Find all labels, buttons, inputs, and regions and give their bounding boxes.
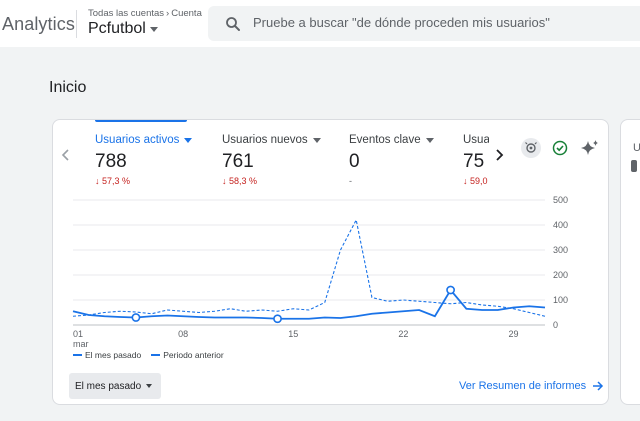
metric-change: 59,0 (470, 176, 488, 186)
y-tick-label: 100 (553, 295, 568, 305)
y-tick-label: 0 (553, 320, 558, 330)
metric-key-events[interactable]: Eventos clave 0 - (349, 134, 469, 186)
metric-value: 761 (222, 151, 254, 172)
property-name: Pcfutbol (88, 20, 146, 37)
overview-card: Usuarios activos 788 ↓ 57,3 % Usuarios n… (52, 119, 609, 405)
metric-change: - (349, 176, 352, 186)
legend-previous: Periodo anterior (151, 350, 224, 360)
search-bar[interactable]: Pruebe a buscar "de dónde proceden mis u… (208, 6, 640, 41)
property-selector[interactable]: Pcfutbol (88, 20, 158, 38)
x-tick-label: 08 (178, 329, 188, 339)
peek-marker-icon (631, 160, 637, 172)
breadcrumb-separator-icon: › (166, 8, 170, 19)
current-period-line (72, 288, 546, 320)
x-tick-label: 29 (509, 329, 519, 339)
insights-button[interactable] (521, 138, 541, 158)
legend-previous-label: Periodo anterior (163, 350, 224, 360)
caret-down-icon (149, 26, 158, 32)
metric-clipped: Usuari 75 ↓ 59,0 (463, 120, 489, 200)
chart-legend: El mes pasado Periodo anterior (73, 350, 224, 360)
data-point (273, 314, 282, 324)
previous-period-line (72, 218, 546, 317)
date-range-selector[interactable]: El mes pasado (69, 373, 161, 399)
date-range-label: El mes pasado (75, 380, 142, 392)
metric-label: Usuarios activos (95, 134, 180, 146)
header-divider (76, 10, 77, 38)
top-bar: Analytics Todas las cuentas › Cuenta Pcfut… (0, 0, 640, 47)
caret-down-icon[interactable] (312, 137, 321, 143)
caret-down-icon[interactable] (425, 137, 434, 143)
arrow-right-icon (593, 381, 604, 391)
breadcrumb-all-accounts[interactable]: Todas las cuentas (88, 8, 164, 19)
metric-change: 57,3 % (102, 176, 131, 186)
chevron-left-icon[interactable] (60, 148, 70, 162)
insights-icon (525, 142, 537, 153)
peek-letter-icon: U (633, 142, 640, 154)
y-tick-label: 500 (553, 195, 568, 205)
search-icon (226, 17, 240, 31)
x-tick-label: mar (73, 339, 89, 349)
chevron-right-icon[interactable] (495, 148, 505, 162)
metric-label: Usuarios nuevos (222, 134, 308, 146)
x-tick-label: 01 (73, 329, 83, 339)
breadcrumb-account[interactable]: Cuenta (171, 8, 202, 19)
view-reports-label: Ver Resumen de informes (459, 380, 587, 392)
arrow-down-icon: ↓ (222, 176, 230, 186)
data-point (446, 285, 455, 295)
x-tick-label: 22 (398, 329, 408, 339)
x-tick-label: 15 (288, 329, 298, 339)
legend-current: El mes pasado (73, 350, 141, 360)
metric-label: Usuari (463, 134, 489, 146)
check-button[interactable] (550, 138, 570, 158)
legend-dashed-swatch (151, 354, 161, 356)
check-circle-icon (552, 140, 568, 156)
users-line-chart: 0 100 200 300 400 500 01mar 08 15 22 29 (72, 195, 568, 349)
y-tick-label: 300 (553, 245, 568, 255)
metric-value: 0 (349, 151, 360, 172)
arrow-down-icon: ↓ (95, 176, 103, 186)
legend-solid-swatch (73, 354, 82, 356)
caret-down-icon[interactable] (184, 137, 193, 143)
data-point (131, 313, 141, 322)
y-tick-label: 200 (553, 270, 568, 280)
metric-value: 788 (95, 151, 127, 172)
sparkle-icon (581, 140, 598, 155)
legend-current-label: El mes pasado (85, 350, 142, 360)
breadcrumb[interactable]: Todas las cuentas › Cuenta (88, 8, 202, 19)
search-placeholder: Pruebe a buscar "de dónde proceden mis u… (253, 15, 550, 30)
metric-label: Eventos clave (349, 134, 421, 146)
sparkle-button[interactable] (580, 138, 600, 158)
metric-active-users[interactable]: Usuarios activos 788 ↓ 57,3 % (95, 120, 215, 186)
metric-value: 75 (463, 151, 485, 172)
view-reports-link[interactable]: Ver Resumen de informes (459, 380, 604, 392)
metric-partial[interactable]: Usuari 75 ↓ 59,0 (463, 134, 489, 186)
arrow-down-icon: ↓ (463, 176, 471, 186)
next-card-peek: U (620, 119, 640, 405)
caret-down-icon (146, 384, 152, 388)
page-title: Inicio (49, 79, 87, 96)
y-tick-label: 400 (553, 220, 568, 230)
metric-new-users[interactable]: Usuarios nuevos 761 ↓ 58,3 % (222, 134, 342, 186)
app-title: Analytics (2, 14, 75, 34)
metric-change: 58,3 % (229, 176, 258, 186)
